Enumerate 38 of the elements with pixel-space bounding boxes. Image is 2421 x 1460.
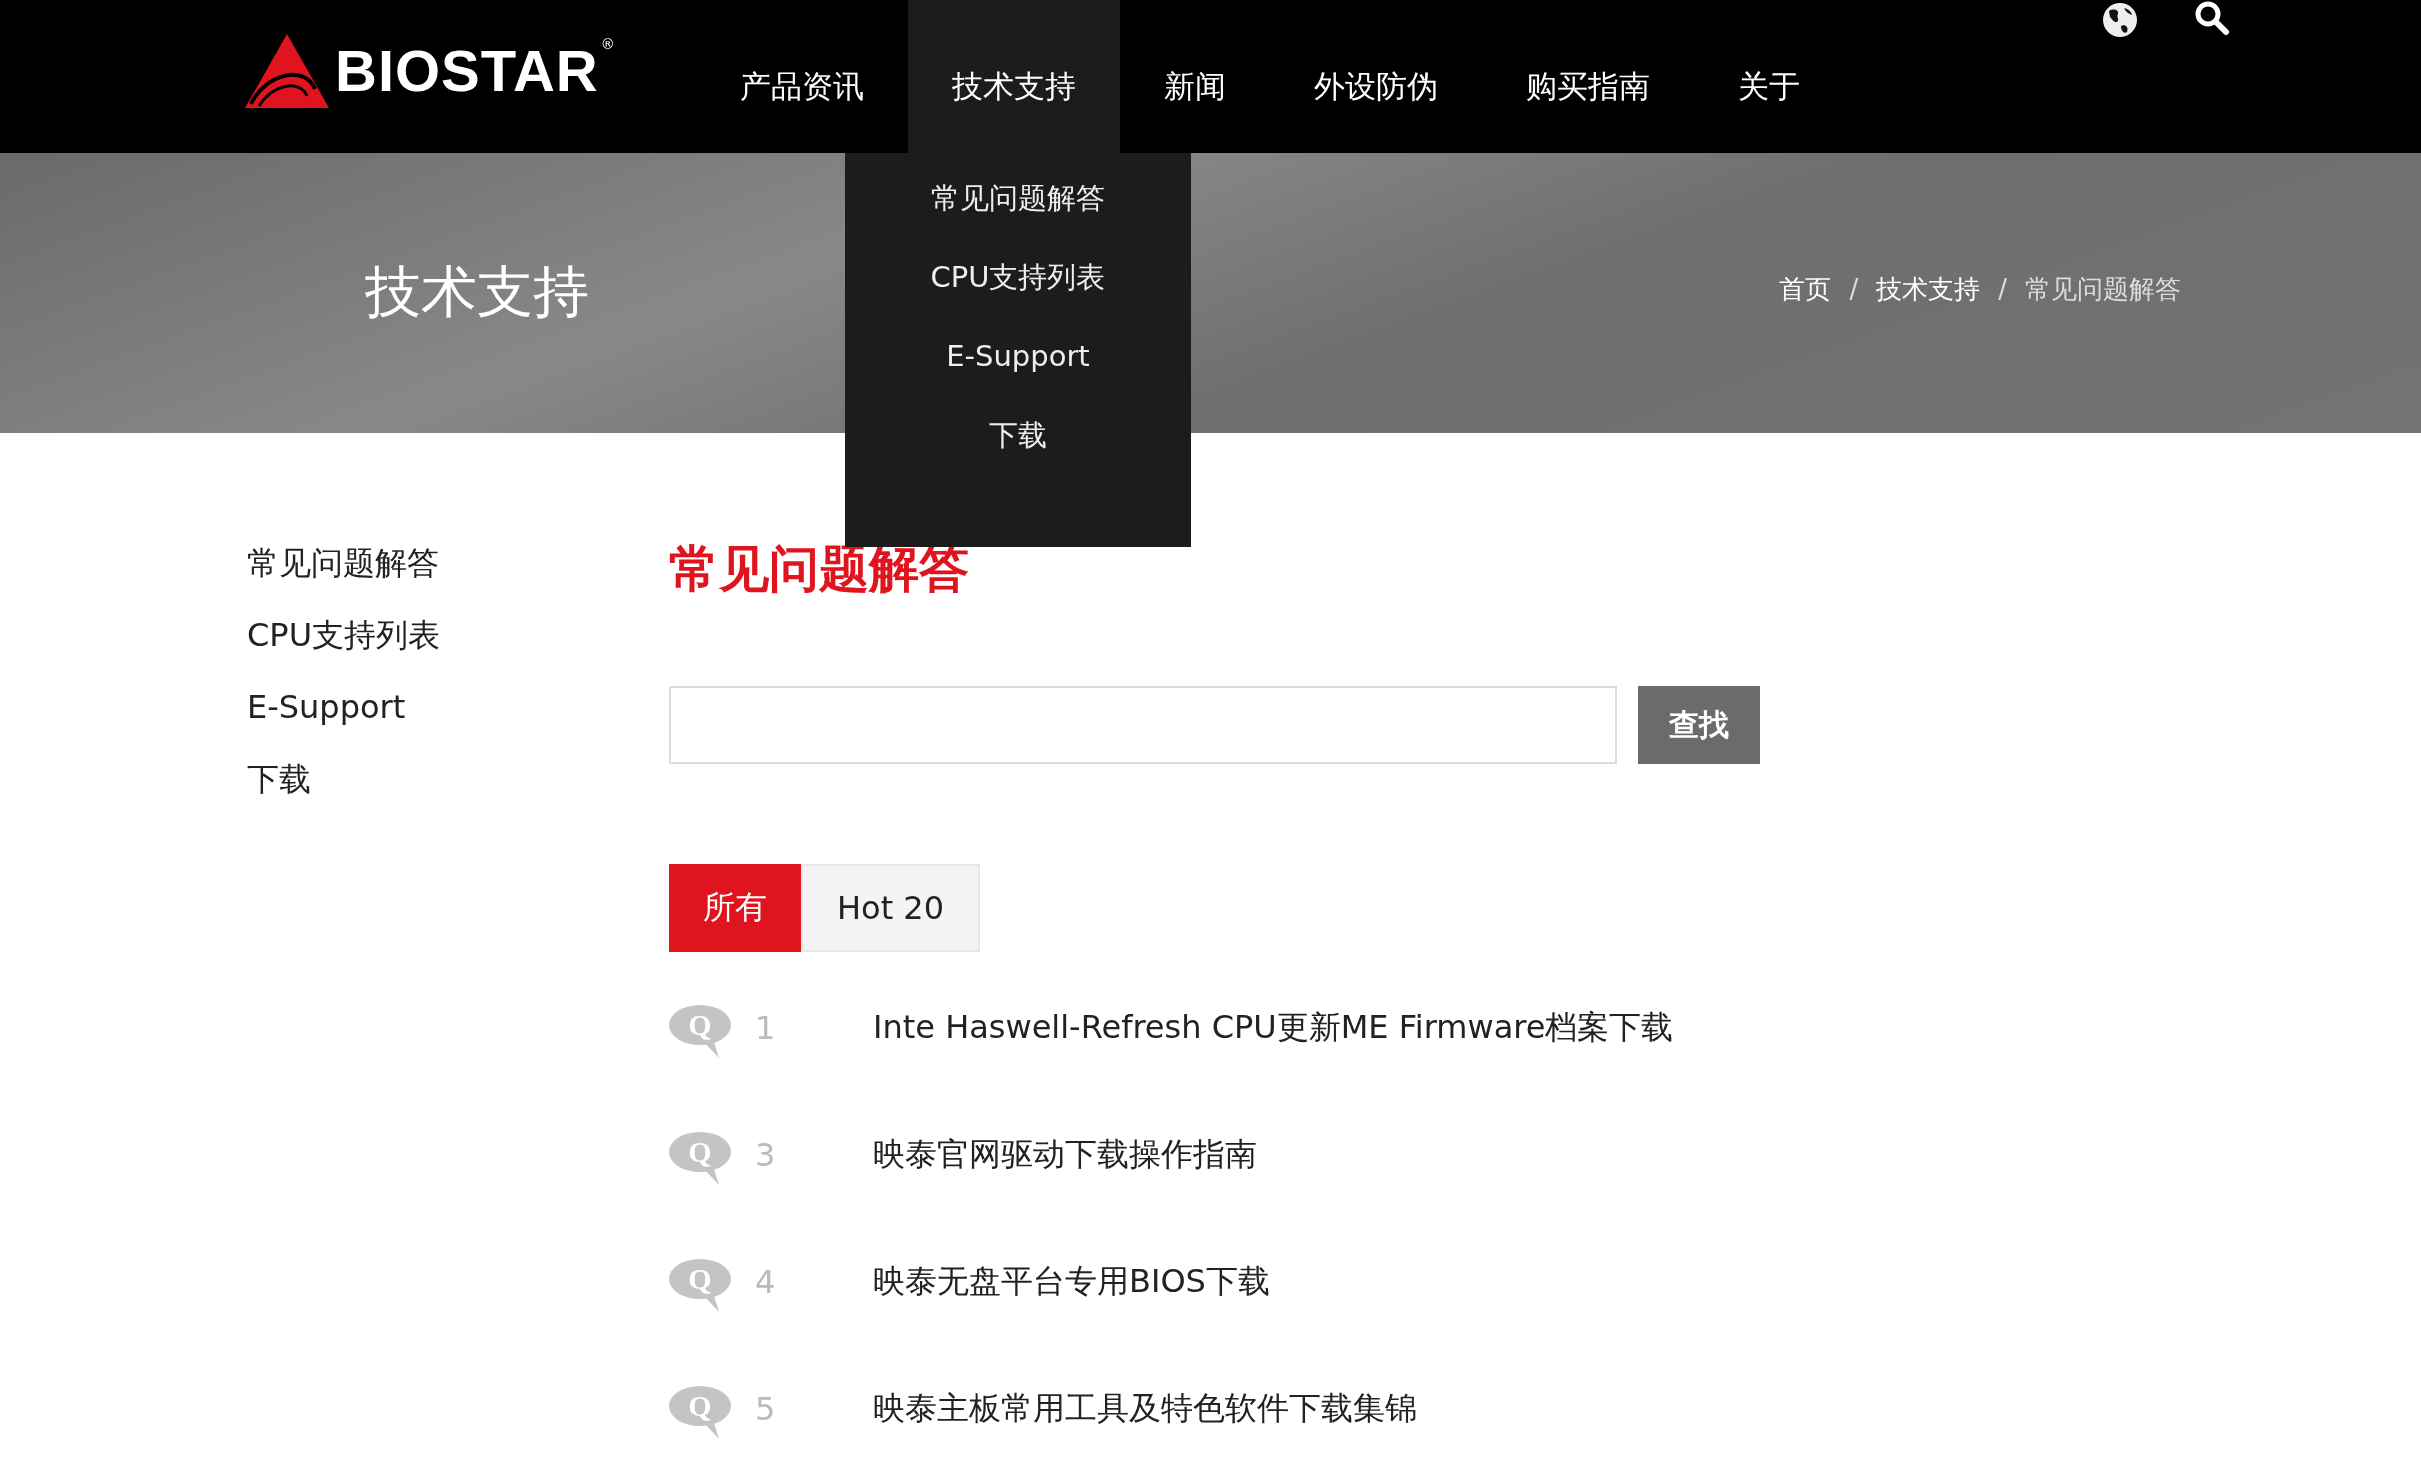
section-heading: 常见问题解答 [669,539,970,599]
breadcrumb-link[interactable]: 首页 [1779,271,1832,307]
search-button[interactable]: 查找 [1638,686,1760,764]
sidebar-item[interactable]: 下载 [247,743,669,815]
sidebar-item[interactable]: E-Support [247,671,669,743]
breadcrumb-link[interactable]: 技术支持 [1876,271,1981,307]
search-field[interactable] [669,686,1617,764]
breadcrumb-link[interactable]: 常见问题解答 [2025,271,2181,307]
breadcrumb-separator: / [1849,274,1859,304]
dropdown-item[interactable]: E-Support [946,333,1090,379]
registered-mark: ® [600,36,615,52]
question-number: 4 [755,1262,777,1301]
logo-wordmark[interactable]: BIOSTAR [335,37,599,104]
filter-tab[interactable]: 所有 [669,864,801,952]
nav-item[interactable]: 技术支持 [908,0,1120,153]
nav-item[interactable]: 关于 [1694,0,1844,153]
question-number: 5 [755,1389,777,1428]
question-link[interactable]: 映泰主板常用工具及特色软件下载集锦 [873,1386,1417,1431]
question-link[interactable]: Inte Haswell-Refresh CPU更新ME Firmware档案下载 [873,1005,1674,1050]
sidebar-item[interactable]: 常见问题解答 [247,527,669,599]
page-title: 技术支持 [365,258,589,326]
nav-item[interactable]: 购买指南 [1482,0,1694,153]
nav-item[interactable]: 产品资讯 [696,0,908,153]
breadcrumb-separator: / [1998,274,2007,304]
triangle-logo-icon [245,33,329,108]
search-icon[interactable] [2194,0,2230,36]
sidebar-item[interactable]: CPU支持列表 [247,599,669,671]
dropdown-item[interactable]: 常见问题解答 [931,175,1105,221]
filter-tab[interactable]: Hot 20 [801,864,981,952]
dropdown-item[interactable]: 下载 [989,412,1047,458]
question-link[interactable]: 映泰官网驱动下载操作指南 [873,1132,1257,1177]
dropdown-item[interactable]: CPU支持列表 [930,254,1106,300]
globe-icon[interactable] [2102,2,2138,38]
question-number: 3 [755,1135,777,1174]
nav-item[interactable]: 新闻 [1120,0,1270,153]
question-number: 1 [755,1008,777,1047]
question-link[interactable]: 映泰无盘平台专用BIOS下载 [873,1259,1270,1304]
nav-item[interactable]: 外设防伪 [1270,0,1482,153]
